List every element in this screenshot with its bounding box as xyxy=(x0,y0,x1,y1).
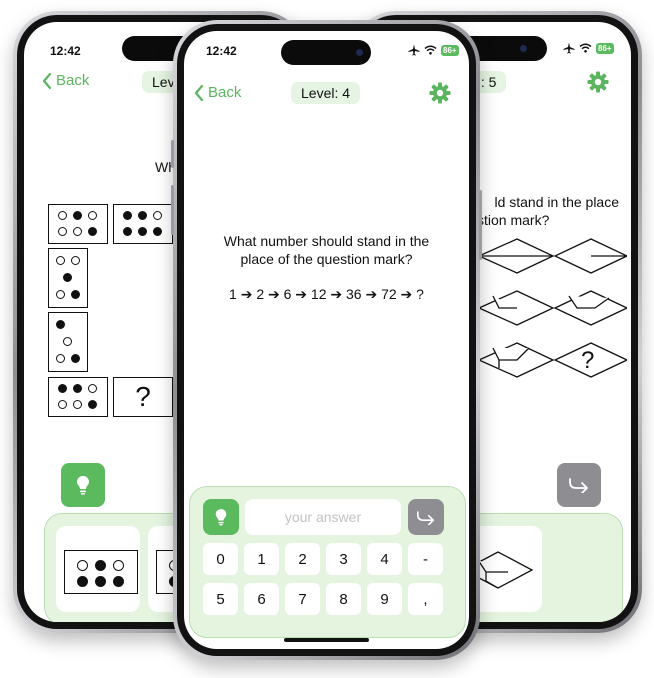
chevron-left-icon xyxy=(194,84,204,101)
home-indicator xyxy=(284,638,369,642)
settings-button[interactable] xyxy=(429,82,451,109)
answer-option-1[interactable] xyxy=(56,526,140,612)
key-5[interactable]: 5 xyxy=(203,583,238,615)
wifi-icon xyxy=(579,43,592,53)
puzzle-cell-2 xyxy=(113,204,173,244)
puzzle-cell-3 xyxy=(48,248,88,308)
diamond-question-mark: ? xyxy=(581,347,595,374)
question-line-2: place of the question mark? xyxy=(240,251,413,267)
status-time: 12:42 xyxy=(206,44,237,58)
wifi-icon xyxy=(424,45,437,55)
submit-button[interactable] xyxy=(408,499,444,535)
settings-button[interactable] xyxy=(587,71,609,98)
question-line-2: stion mark? xyxy=(477,212,550,228)
key-9[interactable]: 9 xyxy=(367,583,402,615)
key-2[interactable]: 2 xyxy=(285,543,320,575)
battery-indicator: 86+ xyxy=(596,42,614,54)
key-minus[interactable]: - xyxy=(408,543,443,575)
key-0[interactable]: 0 xyxy=(203,543,238,575)
puzzle-cell-5 xyxy=(48,377,108,417)
question-line-1: ld stand in the place xyxy=(494,194,619,210)
lightbulb-icon xyxy=(77,476,89,495)
back-button[interactable]: Back xyxy=(42,72,89,89)
center-screen: 12:42 86+ Back Level: 4 What number shou… xyxy=(184,31,469,649)
status-time: 12:42 xyxy=(50,44,81,58)
level-label: Level: 4 xyxy=(291,82,361,104)
question-mark: ? xyxy=(135,381,151,412)
question-text: ld stand in the place stion mark? xyxy=(459,193,619,229)
chevron-left-icon xyxy=(42,72,52,89)
key-1[interactable]: 1 xyxy=(244,543,279,575)
gear-icon xyxy=(587,71,609,93)
keypad-tray: your answer 0 1 2 3 4 - 5 6 7 8 9 , xyxy=(189,486,466,638)
status-icons: 86+ xyxy=(408,44,459,56)
key-4[interactable]: 4 xyxy=(367,543,402,575)
airplane-icon xyxy=(408,44,420,56)
question-text: What number should stand in the place of… xyxy=(184,232,469,268)
number-sequence: 1 ➔ 2 ➔ 6 ➔ 12 ➔ 36 ➔ 72 ➔ ? xyxy=(229,286,424,302)
forward-arrow-icon xyxy=(569,478,588,493)
gear-icon xyxy=(429,82,451,104)
forward-arrow-icon xyxy=(417,510,435,525)
key-3[interactable]: 3 xyxy=(326,543,361,575)
skip-button[interactable] xyxy=(557,463,601,507)
hint-button[interactable] xyxy=(61,463,105,507)
question-line-1: What number should stand in the xyxy=(223,233,430,249)
status-icons: 86+ xyxy=(563,42,614,54)
puzzle-cell-1 xyxy=(48,204,108,244)
key-7[interactable]: 7 xyxy=(285,583,320,615)
hint-button[interactable] xyxy=(203,499,239,535)
puzzle-cell-4 xyxy=(48,312,88,372)
airplane-icon xyxy=(563,42,575,54)
back-label: Back xyxy=(56,72,90,89)
key-6[interactable]: 6 xyxy=(244,583,279,615)
puzzle-unknown-cell: ? xyxy=(113,377,173,417)
back-button[interactable]: Back xyxy=(194,84,241,101)
lightbulb-icon xyxy=(215,509,227,526)
center-phone: 12:42 86+ Back Level: 4 What number shou… xyxy=(171,20,482,660)
diamond-puzzle-grid xyxy=(477,238,627,378)
key-8[interactable]: 8 xyxy=(326,583,361,615)
back-label: Back xyxy=(208,84,242,101)
key-comma[interactable]: , xyxy=(408,583,443,615)
answer-input[interactable]: your answer xyxy=(245,499,401,535)
battery-indicator: 86+ xyxy=(441,44,459,56)
